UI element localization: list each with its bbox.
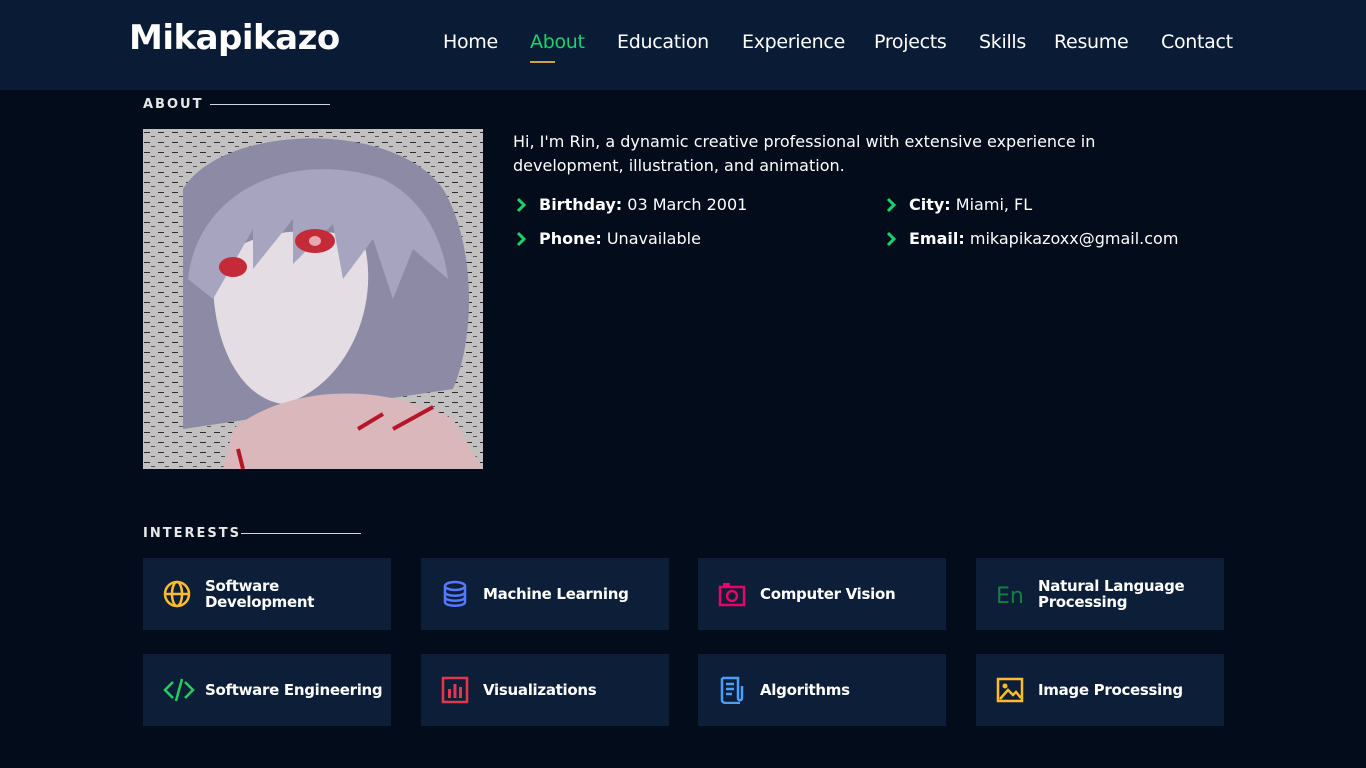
interest-label: Natural Language Processing	[1038, 577, 1185, 611]
interests-title-divider	[241, 533, 361, 534]
document-icon	[720, 676, 744, 704]
svg-text:En: En	[996, 584, 1024, 608]
nav-home[interactable]: Home	[443, 31, 498, 53]
interest-label: Machine Learning	[483, 585, 629, 603]
interest-label: Computer Vision	[760, 585, 896, 603]
interest-label: Visualizations	[483, 681, 597, 699]
image-icon	[996, 677, 1024, 703]
profile-portrait	[143, 129, 483, 469]
nav-resume[interactable]: Resume	[1054, 31, 1129, 53]
code-icon	[163, 678, 195, 702]
interest-label: Software Development	[205, 577, 315, 611]
interest-card-software-engineering[interactable]: Software Engineering	[143, 654, 391, 726]
interest-card-computer-vision[interactable]: Computer Vision	[698, 558, 946, 630]
nav-education[interactable]: Education	[617, 31, 709, 53]
interest-label: Software Engineering	[205, 681, 383, 699]
interests-section-title: INTERESTS	[143, 526, 241, 541]
interest-card-visualizations[interactable]: Visualizations	[421, 654, 669, 726]
portrait-illustration	[143, 129, 483, 469]
info-value: Unavailable	[606, 229, 701, 248]
interest-label: Image Processing	[1038, 681, 1183, 699]
info-label: Email:	[909, 229, 965, 248]
site-logo[interactable]: Mikapikazo	[129, 18, 340, 58]
nav-active-indicator	[530, 61, 555, 63]
chevron-right-icon	[516, 231, 527, 247]
nav-contact[interactable]: Contact	[1161, 31, 1233, 53]
chevron-right-icon	[886, 231, 897, 247]
info-value: mikapikazoxx@gmail.com	[969, 229, 1179, 248]
camera-icon	[718, 583, 746, 607]
info-value: 03 March 2001	[627, 195, 748, 214]
interest-card-software-development[interactable]: Software Development	[143, 558, 391, 630]
interest-card-machine-learning[interactable]: Machine Learning	[421, 558, 669, 630]
bar-chart-icon	[441, 676, 469, 704]
about-title-divider	[210, 104, 330, 105]
nav-about[interactable]: About	[530, 31, 585, 53]
info-label: City:	[909, 195, 951, 214]
about-bio: Hi, I'm Rin, a dynamic creative professi…	[513, 132, 1096, 175]
info-label: Birthday:	[539, 195, 623, 214]
info-value: Miami, FL	[955, 195, 1033, 214]
interest-card-image-processing[interactable]: Image Processing	[976, 654, 1224, 726]
nav-skills[interactable]: Skills	[979, 31, 1026, 53]
database-icon	[443, 580, 467, 607]
nav-experience[interactable]: Experience	[742, 31, 845, 53]
interest-card-algorithms[interactable]: Algorithms	[698, 654, 946, 726]
site-header: Mikapikazo Home About Education Experien…	[0, 0, 1366, 90]
chevron-right-icon	[516, 197, 527, 213]
chevron-right-icon	[886, 197, 897, 213]
translate-icon: En	[996, 584, 1024, 608]
globe-icon	[163, 580, 191, 608]
nav-projects[interactable]: Projects	[874, 31, 947, 53]
info-label: Phone:	[539, 229, 602, 248]
about-section-title: ABOUT	[143, 97, 204, 112]
interest-label: Algorithms	[760, 681, 850, 699]
interest-card-natural-language-processing[interactable]: En Natural Language Processing	[976, 558, 1224, 630]
